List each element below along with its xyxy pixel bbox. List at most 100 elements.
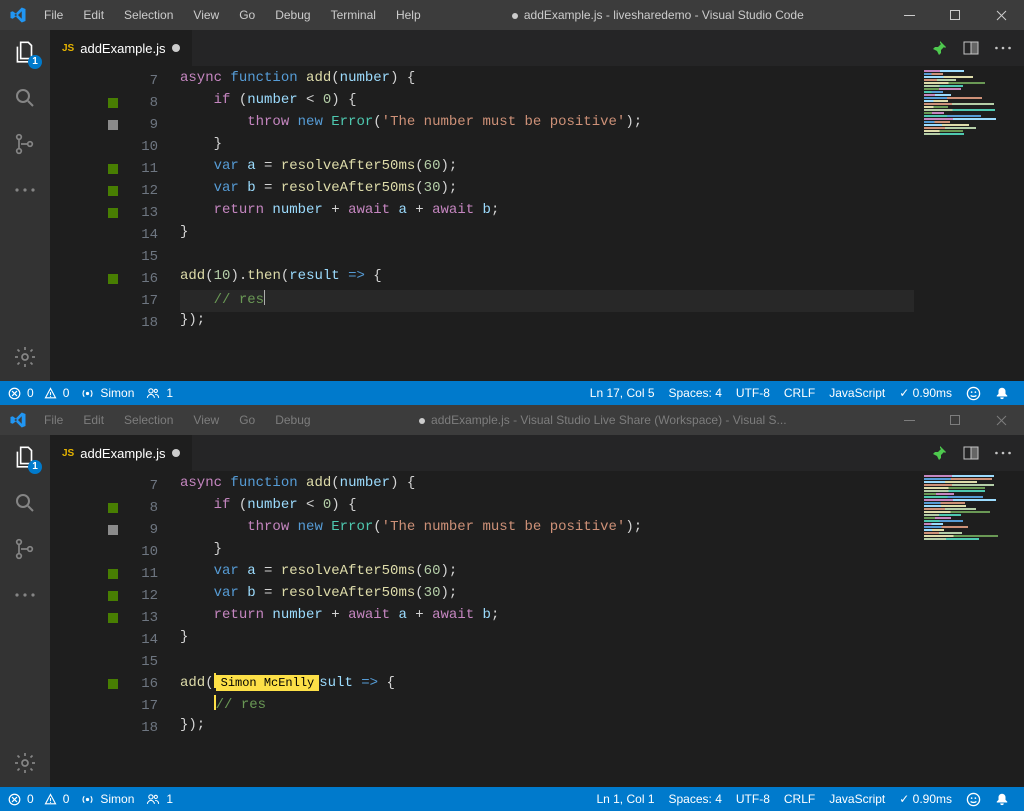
explorer-icon[interactable]: 1 xyxy=(11,443,39,471)
line-number: 7 xyxy=(50,475,180,497)
status-encoding[interactable]: UTF-8 xyxy=(736,386,770,400)
code-editor[interactable]: 789101112131415161718 async function add… xyxy=(50,471,1024,787)
status-participants[interactable]: 1 xyxy=(146,386,173,400)
menu-debug[interactable]: Debug xyxy=(266,2,319,28)
more-icon[interactable] xyxy=(11,581,39,609)
menu-go[interactable]: Go xyxy=(230,2,264,28)
status-indentation[interactable]: Spaces: 4 xyxy=(669,386,722,400)
menu-edit[interactable]: Edit xyxy=(74,407,113,433)
minimap[interactable] xyxy=(914,471,1024,787)
activity-bar: 1 xyxy=(0,435,50,787)
line-number: 15 xyxy=(50,246,180,268)
editor-more-icon[interactable] xyxy=(994,445,1012,461)
settings-gear-icon[interactable] xyxy=(11,343,39,371)
minimize-button[interactable] xyxy=(886,0,932,30)
close-button[interactable] xyxy=(978,0,1024,30)
menu-file[interactable]: File xyxy=(35,407,72,433)
line-number: 10 xyxy=(50,136,180,158)
split-editor-icon[interactable] xyxy=(962,40,980,56)
editor-tabs: JS addExample.js xyxy=(50,435,1024,471)
menu-selection[interactable]: Selection xyxy=(115,407,182,433)
status-encoding[interactable]: UTF-8 xyxy=(736,792,770,806)
line-number: 18 xyxy=(50,312,180,334)
line-number: 18 xyxy=(50,717,180,739)
window-title: addExample.js - Visual Studio Live Share… xyxy=(320,413,886,427)
feedback-icon[interactable] xyxy=(966,792,981,807)
menu-edit[interactable]: Edit xyxy=(74,2,113,28)
source-control-icon[interactable] xyxy=(11,535,39,563)
explorer-badge: 1 xyxy=(28,55,42,69)
line-number: 9 xyxy=(50,114,180,136)
pin-icon[interactable] xyxy=(930,40,948,56)
menu-selection[interactable]: Selection xyxy=(115,2,182,28)
status-eol[interactable]: CRLF xyxy=(784,386,815,400)
line-number: 13 xyxy=(50,607,180,629)
window-title: addExample.js - livesharedemo - Visual S… xyxy=(430,8,886,22)
file-language-badge: JS xyxy=(62,43,74,54)
tab-label: addExample.js xyxy=(80,41,165,56)
menu-bar: FileEditSelectionViewGoDebugTerminalHelp xyxy=(35,2,430,28)
status-cursor-position[interactable]: Ln 17, Col 5 xyxy=(590,386,655,400)
dirty-indicator-icon xyxy=(172,44,180,52)
code-content[interactable]: async function add(number) { if (number … xyxy=(180,66,914,381)
gutter: 789101112131415161718 xyxy=(50,471,180,787)
line-number: 16 xyxy=(50,268,180,290)
tab-label: addExample.js xyxy=(80,446,165,461)
menu-terminal[interactable]: Terminal xyxy=(322,2,385,28)
status-eol[interactable]: CRLF xyxy=(784,792,815,806)
source-control-icon[interactable] xyxy=(11,130,39,158)
status-problems[interactable]: 00 xyxy=(8,386,69,400)
status-liveshare-user[interactable]: Simon xyxy=(81,792,134,806)
menu-go[interactable]: Go xyxy=(230,407,264,433)
minimize-button[interactable] xyxy=(886,405,932,435)
vscode-logo-icon xyxy=(0,6,35,24)
notifications-icon[interactable] xyxy=(995,386,1009,400)
status-language[interactable]: JavaScript xyxy=(829,792,885,806)
pin-icon[interactable] xyxy=(930,445,948,461)
menu-bar: FileEditSelectionViewGoDebug xyxy=(35,407,320,433)
tab-addexample[interactable]: JS addExample.js xyxy=(50,30,193,66)
status-problems[interactable]: 00 xyxy=(8,792,69,806)
status-participants[interactable]: 1 xyxy=(146,792,173,806)
more-icon[interactable] xyxy=(11,176,39,204)
title-bar: FileEditSelectionViewGoDebugTerminalHelp… xyxy=(0,0,1024,30)
activity-bar: 1 xyxy=(0,30,50,381)
line-number: 8 xyxy=(50,497,180,519)
split-editor-icon[interactable] xyxy=(962,445,980,461)
status-language[interactable]: JavaScript xyxy=(829,386,885,400)
settings-gear-icon[interactable] xyxy=(11,749,39,777)
maximize-button[interactable] xyxy=(932,405,978,435)
maximize-button[interactable] xyxy=(932,0,978,30)
status-cursor-position[interactable]: Ln 1, Col 1 xyxy=(596,792,654,806)
feedback-icon[interactable] xyxy=(966,386,981,401)
status-liveshare-user[interactable]: Simon xyxy=(81,386,134,400)
line-number: 17 xyxy=(50,290,180,312)
tab-addexample[interactable]: JS addExample.js xyxy=(50,435,193,471)
status-bar: 00 Simon 1 Ln 1, Col 1 Spaces: 4 UTF-8 C… xyxy=(0,787,1024,811)
line-number: 12 xyxy=(50,180,180,202)
file-language-badge: JS xyxy=(62,448,74,459)
status-timing[interactable]: ✓ 0.90ms xyxy=(899,386,952,400)
code-content[interactable]: async function add(number) { if (number … xyxy=(180,471,914,787)
line-number: 13 xyxy=(50,202,180,224)
status-timing[interactable]: ✓ 0.90ms xyxy=(899,792,952,806)
menu-view[interactable]: View xyxy=(184,2,228,28)
line-number: 8 xyxy=(50,92,180,114)
vscode-logo-icon xyxy=(0,411,35,429)
search-icon[interactable] xyxy=(11,489,39,517)
explorer-icon[interactable]: 1 xyxy=(11,38,39,66)
line-number: 12 xyxy=(50,585,180,607)
minimap[interactable] xyxy=(914,66,1024,381)
search-icon[interactable] xyxy=(11,84,39,112)
line-number: 7 xyxy=(50,70,180,92)
explorer-badge: 1 xyxy=(28,460,42,474)
status-indentation[interactable]: Spaces: 4 xyxy=(669,792,722,806)
menu-debug[interactable]: Debug xyxy=(266,407,319,433)
editor-more-icon[interactable] xyxy=(994,40,1012,56)
menu-file[interactable]: File xyxy=(35,2,72,28)
close-button[interactable] xyxy=(978,405,1024,435)
menu-help[interactable]: Help xyxy=(387,2,430,28)
notifications-icon[interactable] xyxy=(995,792,1009,806)
menu-view[interactable]: View xyxy=(184,407,228,433)
code-editor[interactable]: 789101112131415161718 async function add… xyxy=(50,66,1024,381)
